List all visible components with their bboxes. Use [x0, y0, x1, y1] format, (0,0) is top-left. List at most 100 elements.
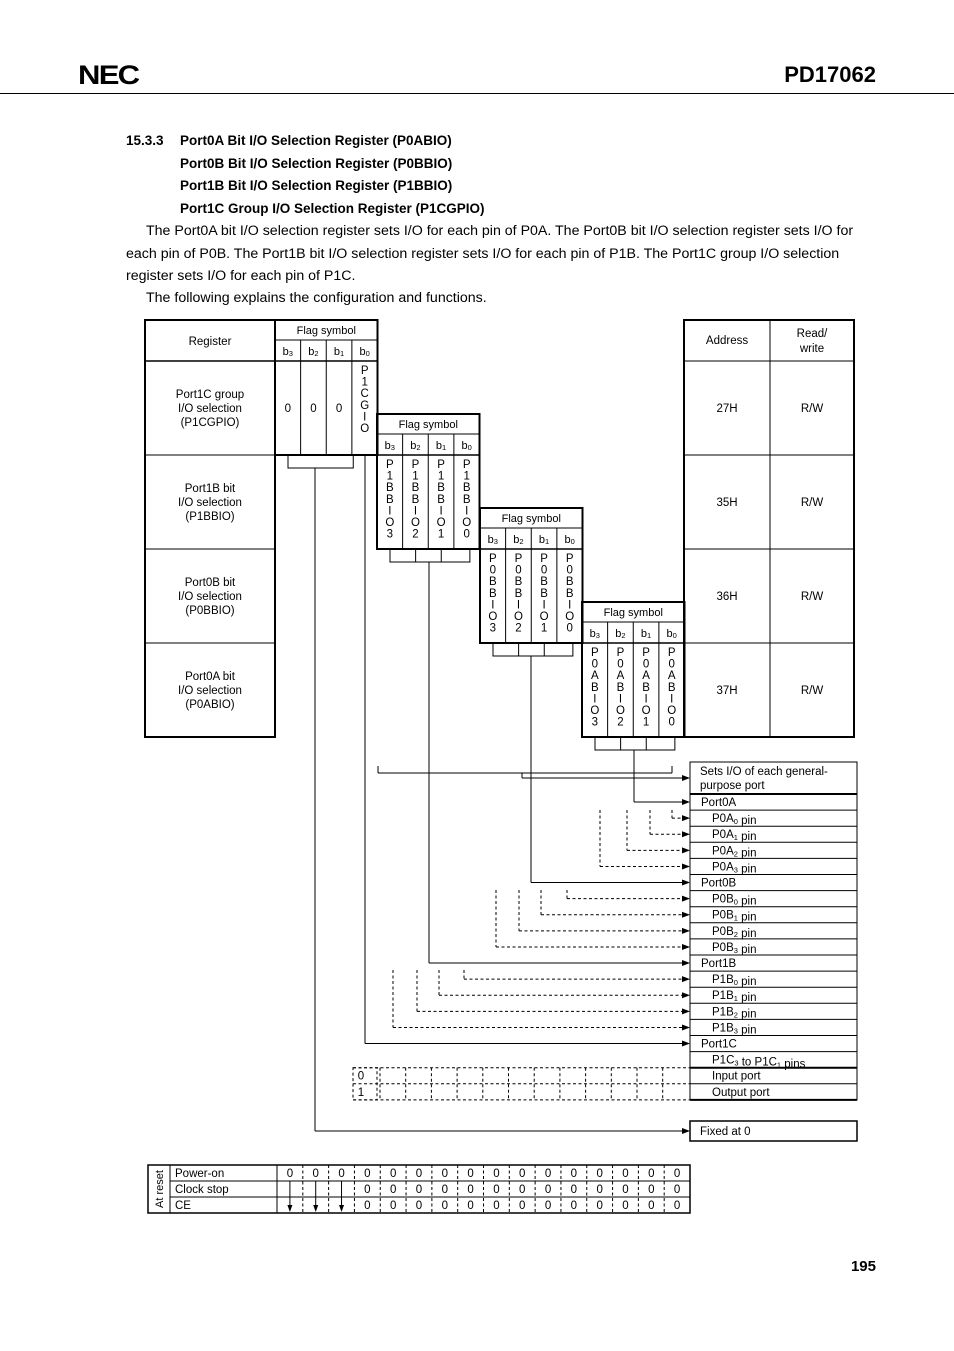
reset-value: 0 [596, 1184, 602, 1196]
register-name: (P1BBIO) [185, 511, 234, 523]
flag-name: 2 [412, 529, 418, 541]
down-arrow-icon [313, 1205, 319, 1212]
flag-name: O [616, 705, 625, 717]
fixed-bit: 0 [285, 403, 291, 415]
flag-name: P [642, 647, 650, 659]
reset-value: 0 [674, 1168, 680, 1180]
reset-value: 0 [545, 1168, 551, 1180]
flag-name: B [412, 494, 420, 506]
flag-name: O [411, 517, 420, 529]
reset-value: 0 [493, 1184, 499, 1196]
port-label: Port1B [701, 958, 736, 970]
register-diagram: Register Port1C group I/O selection (P1CGPI… [144, 319, 858, 1214]
down-arrow-icon [339, 1205, 345, 1212]
flag-name: 1 [361, 377, 367, 389]
address-value: 37H [716, 685, 737, 697]
reset-value: 0 [571, 1168, 577, 1180]
reset-value: 0 [467, 1184, 473, 1196]
flag-name: 0 [566, 565, 572, 577]
function-title: Sets I/O of each general- [700, 766, 828, 778]
pin-label: P0A0 pin [712, 813, 756, 827]
flag-name: B [515, 588, 523, 600]
flag-name: P [412, 459, 420, 471]
flag-name: 0 [617, 659, 623, 671]
flag-name: 0 [592, 659, 598, 671]
arrow-icon [682, 943, 690, 950]
register-name: Port0A bit [185, 671, 236, 683]
flag-name: P [540, 553, 548, 565]
reset-value: 0 [313, 1168, 319, 1180]
arrow-icon [682, 992, 690, 999]
flag-name: O [565, 611, 574, 623]
flag-name: B [642, 682, 650, 694]
pin-label: P1B1 pin [712, 990, 756, 1004]
page-number: 195 [850, 1258, 876, 1275]
flag-name: I [619, 693, 622, 705]
rw-value: R/W [801, 497, 824, 509]
register-name: I/O selection [178, 591, 242, 603]
flag-name: O [437, 517, 446, 529]
flag-name: I [670, 693, 673, 705]
reset-value: 0 [338, 1168, 344, 1180]
reset-value: 0 [674, 1200, 680, 1212]
flag-name: O [667, 705, 676, 717]
reset-value: 0 [390, 1200, 396, 1212]
pin-label: P1B3 pin [712, 1022, 756, 1036]
flag-name: B [386, 494, 394, 506]
register-name: (P1CGPIO) [181, 417, 240, 429]
reset-row-name: CE [175, 1200, 191, 1212]
reset-value: 0 [674, 1184, 680, 1196]
flag-name: A [642, 670, 650, 682]
fixed-label: Fixed at 0 [700, 1126, 751, 1138]
reset-row-name: Power-on [175, 1168, 224, 1180]
reset-value: 0 [571, 1184, 577, 1196]
flag-name: O [462, 517, 471, 529]
reset-value: 0 [467, 1168, 473, 1180]
address-value: 36H [716, 591, 737, 603]
reset-value: 0 [622, 1200, 628, 1212]
reset-value: 0 [648, 1184, 654, 1196]
flag-name: B [489, 588, 497, 600]
reset-row-name: Clock stop [175, 1184, 229, 1196]
address-value: 35H [716, 497, 737, 509]
bit-header: b3 [385, 440, 395, 452]
flag-name: 3 [490, 623, 496, 635]
flag-name: I [644, 693, 647, 705]
reset-value: 0 [287, 1168, 293, 1180]
flag-name: I [439, 505, 442, 517]
register-name: I/O selection [178, 403, 242, 415]
flag-name: P [566, 553, 574, 565]
flag-name: P [668, 647, 676, 659]
flag-name: 0 [668, 717, 674, 729]
flag-name: I [414, 505, 417, 517]
bit-header: b2 [308, 346, 318, 358]
flag-name: I [593, 693, 596, 705]
reset-value: 0 [390, 1184, 396, 1196]
flag-name: P [463, 459, 471, 471]
flag-name: 2 [617, 717, 623, 729]
flag-name: B [540, 576, 548, 588]
arrow-icon [682, 1128, 690, 1134]
reset-value: 0 [493, 1200, 499, 1212]
flag-name: 0 [541, 565, 547, 577]
register-name: Port1C group [176, 389, 244, 401]
flag-name: B [437, 482, 445, 494]
reset-value: 0 [416, 1200, 422, 1212]
flag-name: P [361, 365, 369, 377]
flag-name: P [591, 647, 599, 659]
reset-value: 0 [545, 1200, 551, 1212]
flag-name: I [388, 505, 391, 517]
flag-name: 1 [463, 471, 469, 483]
flag-name: G [360, 400, 369, 412]
reset-value: 0 [364, 1184, 370, 1196]
arrow-icon [682, 775, 690, 781]
reset-value: 0 [364, 1200, 370, 1212]
pin-label: P0B0 pin [712, 894, 756, 908]
pin-label: P0A3 pin [712, 861, 756, 875]
flag-name: O [540, 611, 549, 623]
flag-name: B [566, 576, 574, 588]
pin-label: P0B3 pin [712, 942, 756, 956]
flag-name: 3 [387, 529, 393, 541]
reset-value: 0 [596, 1168, 602, 1180]
register-header: Register [189, 336, 232, 348]
